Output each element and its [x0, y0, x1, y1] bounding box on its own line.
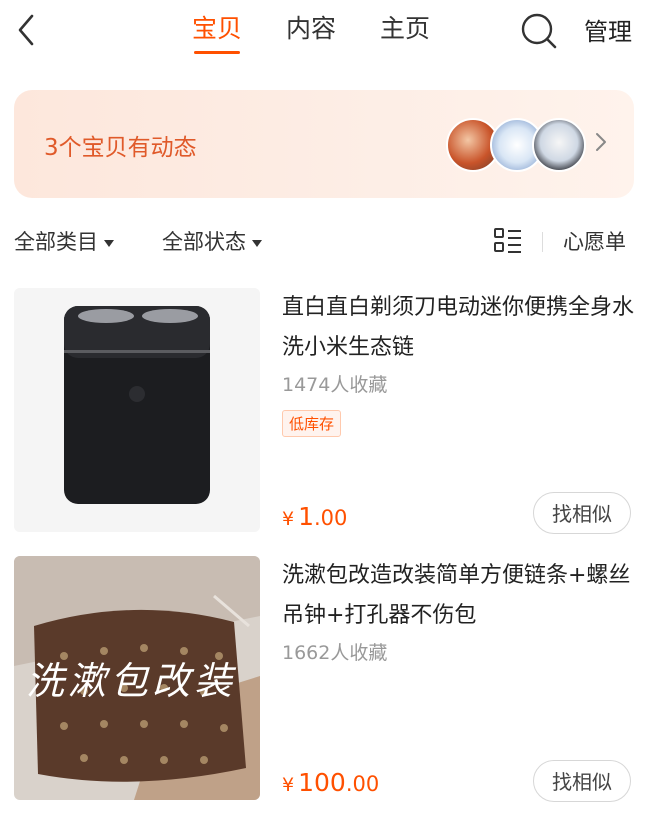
product-image-toiletry-bag[interactable]: 洗漱包改装 [14, 556, 260, 800]
price-integer: 100 [298, 768, 346, 797]
find-similar-button[interactable]: 找相似 [533, 492, 631, 534]
tab-content[interactable]: 内容 [286, 10, 336, 60]
activity-thumbnail [532, 118, 586, 172]
status-filter[interactable]: 全部状态 [162, 226, 262, 256]
product-title[interactable]: 直白直白剃须刀电动迷你便携全身水洗小米生态链 [282, 288, 634, 368]
activity-banner[interactable]: 3个宝贝有动态 [14, 90, 634, 198]
tab-items[interactable]: 宝贝 [192, 10, 242, 60]
search-icon[interactable] [518, 10, 560, 52]
activity-thumbnails [446, 118, 586, 172]
price-decimal: .00 [314, 506, 348, 530]
image-caption: 洗漱包改装 [26, 659, 237, 703]
wishlist-button[interactable]: 心愿单 [563, 226, 626, 256]
product-image-shaver[interactable] [14, 288, 260, 532]
tab-homepage[interactable]: 主页 [380, 10, 430, 60]
favorites-count: 1474人收藏 [282, 374, 388, 396]
favorites-count: 1662人收藏 [282, 642, 388, 664]
price-decimal: .00 [345, 772, 380, 796]
product-price: ¥100.00 [282, 768, 379, 797]
product-card[interactable]: 直白直白剃须刀电动迷你便携全身水洗小米生态链 1474人收藏 低库存 ¥1.00… [0, 288, 650, 538]
tab-bar: 宝贝 内容 主页 [192, 10, 430, 60]
price-integer: 1 [298, 502, 314, 531]
product-title[interactable]: 洗漱包改造改装简单方便链条+螺丝吊钟+打孔器不伤包 [282, 556, 634, 636]
product-card[interactable]: 洗漱包改装 洗漱包改造改装简单方便链条+螺丝吊钟+打孔器不伤包 1662人收藏 … [0, 556, 650, 806]
find-similar-button[interactable]: 找相似 [533, 760, 631, 802]
list-view-icon[interactable] [494, 228, 522, 254]
chevron-right-icon [594, 130, 608, 154]
price-symbol: ¥ [282, 508, 295, 530]
back-icon[interactable] [8, 10, 48, 50]
price-symbol: ¥ [282, 774, 295, 796]
product-price: ¥1.00 [282, 502, 347, 531]
manage-button[interactable]: 管理 [584, 12, 632, 47]
category-filter-label: 全部类目 [14, 230, 98, 254]
low-stock-badge: 低库存 [282, 410, 342, 437]
status-filter-label: 全部状态 [162, 230, 246, 254]
category-filter[interactable]: 全部类目 [14, 226, 114, 256]
activity-banner-text: 3个宝贝有动态 [44, 135, 197, 161]
top-bar: 宝贝 内容 主页 管理 [0, 0, 650, 72]
divider [542, 232, 543, 252]
caret-down-icon [104, 239, 114, 247]
caret-down-icon [252, 239, 262, 247]
filter-bar: 全部类目 全部状态 心愿单 [0, 218, 650, 262]
